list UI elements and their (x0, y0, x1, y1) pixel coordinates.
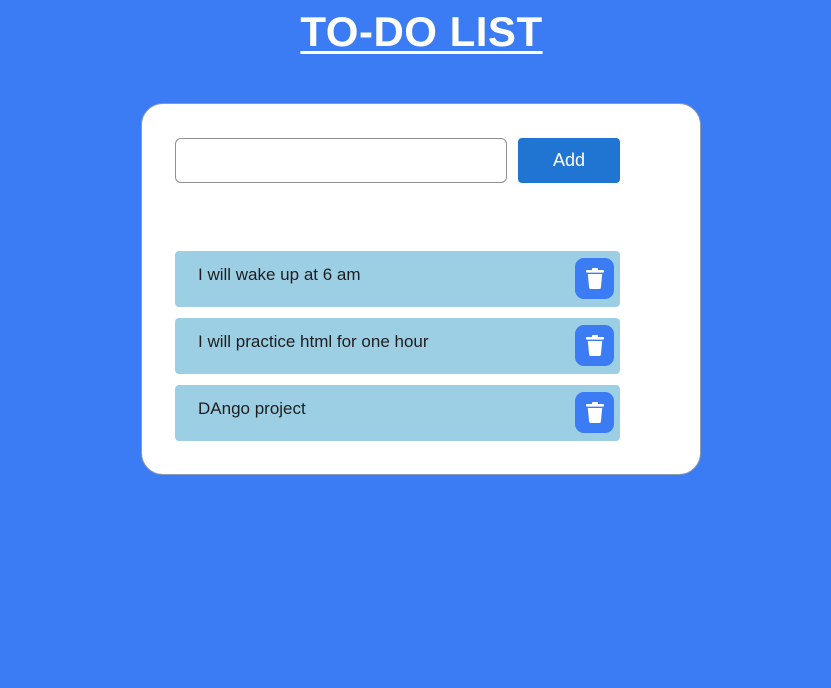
task-item: I will practice html for one hour (175, 318, 620, 374)
trash-icon (585, 268, 604, 289)
delete-button[interactable] (575, 258, 614, 299)
trash-icon (585, 402, 604, 423)
todo-app: TO-DO LIST Add I will wake up at 6 am I … (0, 0, 831, 688)
task-list: I will wake up at 6 am I will practice h… (175, 251, 620, 452)
add-button[interactable]: Add (518, 138, 620, 183)
delete-button[interactable] (575, 392, 614, 433)
task-item: DAngo project (175, 385, 620, 441)
todo-card: Add I will wake up at 6 am I will practi… (141, 103, 701, 475)
task-text: I will practice html for one hour (198, 332, 429, 351)
task-item: I will wake up at 6 am (175, 251, 620, 307)
task-text: DAngo project (198, 399, 306, 418)
delete-button[interactable] (575, 325, 614, 366)
task-input[interactable] (175, 138, 507, 183)
task-text: I will wake up at 6 am (198, 265, 361, 284)
page-title: TO-DO LIST (300, 8, 543, 55)
trash-icon (585, 335, 604, 356)
